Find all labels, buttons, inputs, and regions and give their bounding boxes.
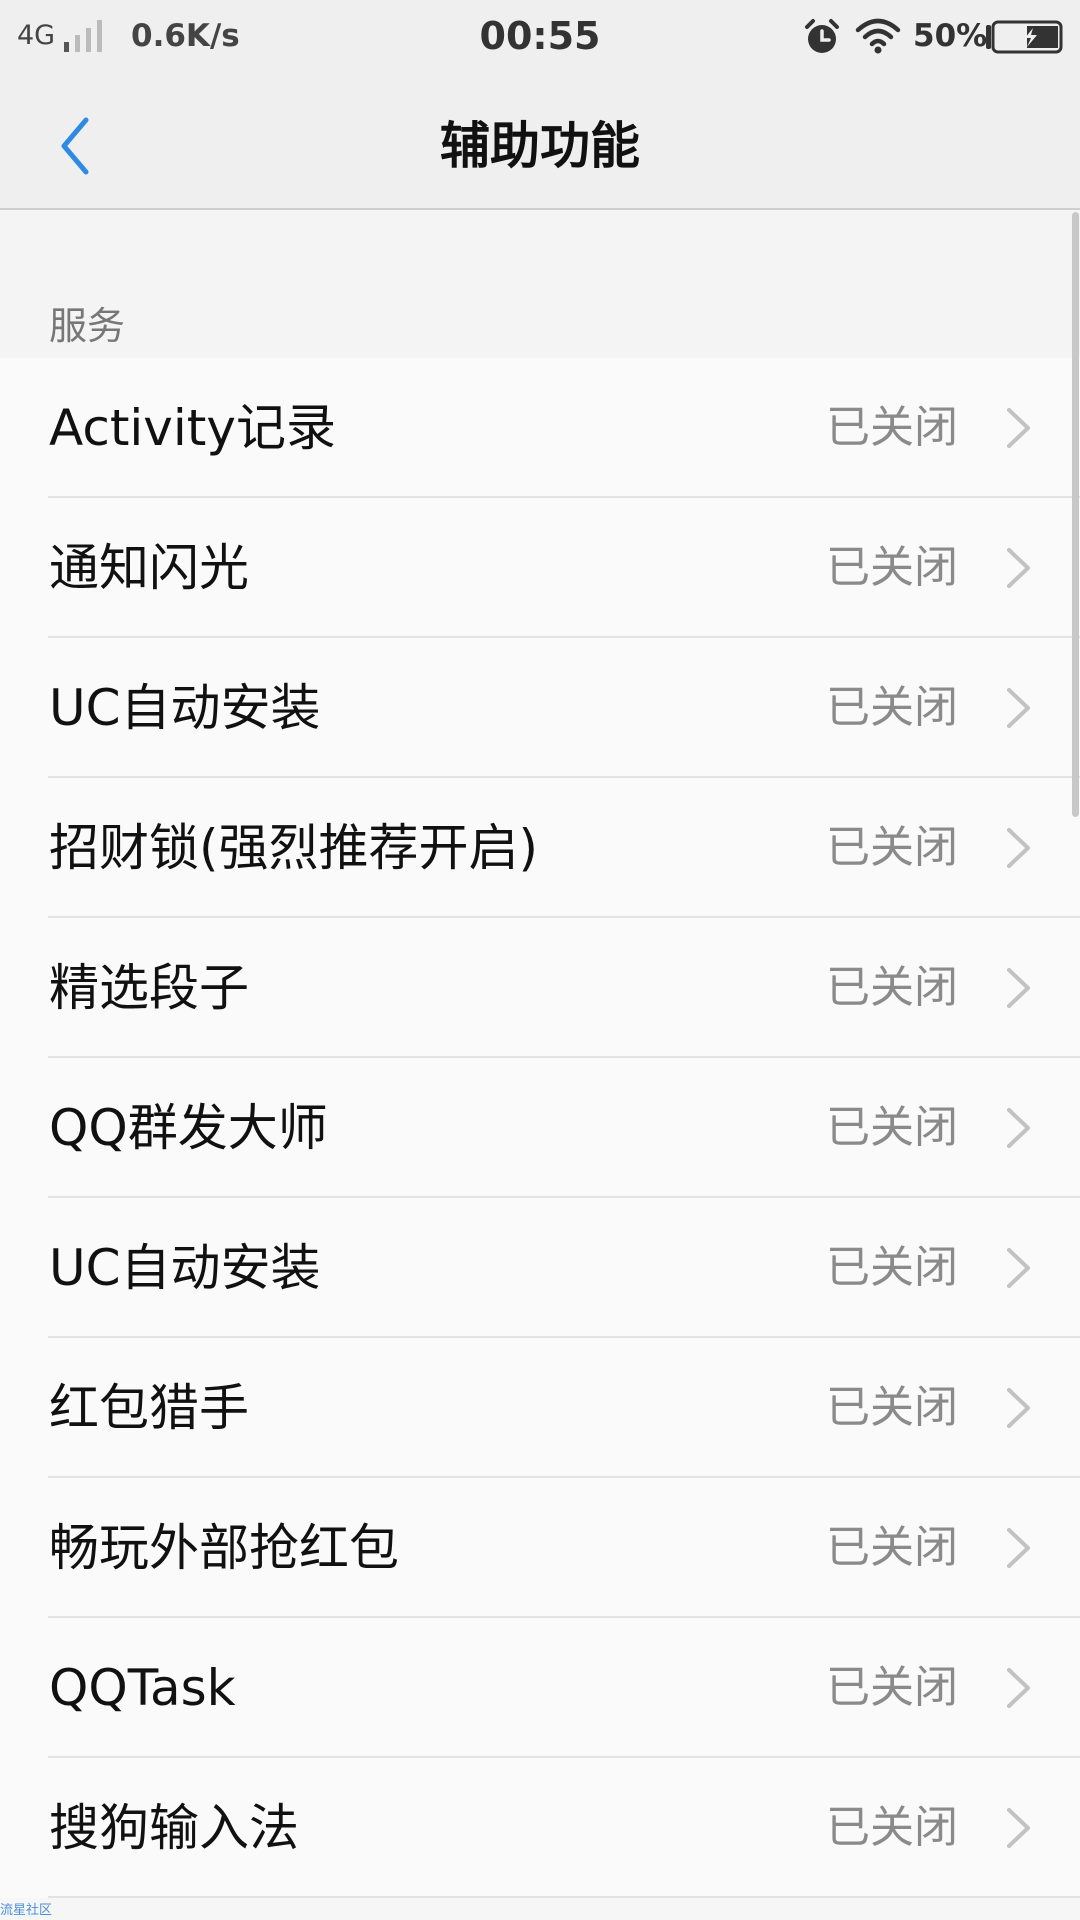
settings-content[interactable]: 服务 Activity记录 已关闭 通知闪光 已关闭 UC自动安装 已关闭 招财… <box>0 210 1080 1920</box>
list-item[interactable]: 红包猎手 已关闭 <box>0 1338 1080 1478</box>
chevron-right-icon <box>1007 408 1030 448</box>
service-name: 红包猎手 <box>49 1379 249 1437</box>
list-item[interactable]: 搜狗输入法 已关闭 <box>0 1758 1080 1898</box>
service-name: 搜狗输入法 <box>49 1799 299 1857</box>
service-status: 已关闭 <box>826 1662 958 1713</box>
service-name: 通知闪光 <box>49 539 249 597</box>
list-item[interactable]: 畅玩外部抢红包 已关闭 <box>0 1478 1080 1618</box>
list-item[interactable]: UC自动安装 已关闭 <box>0 1198 1080 1338</box>
scrollbar[interactable] <box>1072 212 1079 817</box>
list-item[interactable]: 通知闪光 已关闭 <box>0 498 1080 638</box>
wifi-icon <box>855 18 901 54</box>
battery-percent: 50% <box>913 18 988 54</box>
service-name: UC自动安装 <box>49 679 321 737</box>
service-name: 招财锁(强烈推荐开启) <box>49 819 539 877</box>
service-status: 已关闭 <box>826 1242 958 1293</box>
status-bar: 4G 0.6K/s 00:55 50% <box>0 0 1080 76</box>
chevron-right-icon <box>1007 548 1030 588</box>
alarm-icon <box>805 19 839 53</box>
service-name: 精选段子 <box>49 959 249 1017</box>
chevron-right-icon <box>1007 688 1030 728</box>
service-name: QQTask <box>49 1659 236 1717</box>
service-status: 已关闭 <box>826 822 958 873</box>
chevron-right-icon <box>1007 1108 1030 1148</box>
screen: 4G 0.6K/s 00:55 50% 辅助功能 服务 Activity记录 已… <box>0 0 1080 1920</box>
section-header: 服务 <box>0 210 1080 358</box>
list-item[interactable]: QQ群发大师 已关闭 <box>0 1058 1080 1198</box>
service-status: 已关闭 <box>826 1102 958 1153</box>
list-item[interactable]: 精选段子 已关闭 <box>0 918 1080 1058</box>
service-status: 已关闭 <box>826 1382 958 1433</box>
service-status: 已关闭 <box>826 682 958 733</box>
chevron-right-icon <box>1007 1388 1030 1428</box>
service-status: 已关闭 <box>826 1522 958 1573</box>
services-list: Activity记录 已关闭 通知闪光 已关闭 UC自动安装 已关闭 招财锁(强… <box>0 358 1080 1898</box>
chevron-right-icon <box>1007 968 1030 1008</box>
watermark: 流星社区 <box>0 1903 53 1918</box>
list-item[interactable]: UC自动安装 已关闭 <box>0 638 1080 778</box>
list-item[interactable]: QQTask 已关闭 <box>0 1618 1080 1758</box>
chevron-right-icon <box>1007 1248 1030 1288</box>
list-item[interactable]: Activity记录 已关闭 <box>0 358 1080 498</box>
chevron-right-icon <box>1007 1668 1030 1708</box>
list-item[interactable]: 招财锁(强烈推荐开启) 已关闭 <box>0 778 1080 918</box>
service-name: UC自动安装 <box>49 1239 321 1297</box>
page-title: 辅助功能 <box>440 117 640 175</box>
chevron-right-icon <box>1007 1528 1030 1568</box>
service-name: Activity记录 <box>49 399 336 457</box>
service-status: 已关闭 <box>826 962 958 1013</box>
section-label: 服务 <box>49 304 126 348</box>
service-status: 已关闭 <box>826 402 958 453</box>
service-name: 畅玩外部抢红包 <box>49 1519 399 1577</box>
title-bar: 辅助功能 <box>0 76 1080 210</box>
battery-icon <box>986 20 1063 54</box>
chevron-right-icon <box>1007 1808 1030 1848</box>
chevron-right-icon <box>1007 828 1030 868</box>
service-name: QQ群发大师 <box>49 1099 328 1157</box>
service-status: 已关闭 <box>826 1802 958 1853</box>
service-status: 已关闭 <box>826 542 958 593</box>
